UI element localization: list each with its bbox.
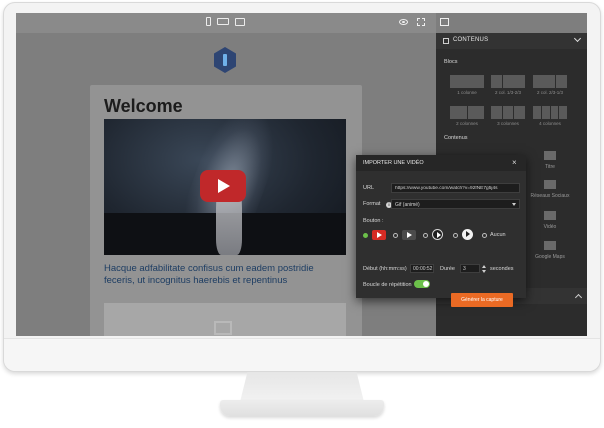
fullscreen-icon[interactable] <box>417 18 425 26</box>
import-video-modal: IMPORTER UNE VIDÉO × URL Format i Gif (a… <box>356 155 526 307</box>
layout-caption: 2 col. 2/3-1/3 <box>536 90 563 95</box>
duree-stepper-icon[interactable] <box>482 265 486 273</box>
editor-screen: Welcome Hacque adfabilitate confisus cum… <box>16 13 587 336</box>
content-item-titre[interactable]: Titre <box>530 164 570 170</box>
layout-3-colonnes[interactable] <box>491 106 526 119</box>
image-icon <box>214 321 232 335</box>
layout-caption: 1 colonne <box>457 90 477 95</box>
contenus-label: Contenus <box>444 135 468 141</box>
tablet-icon[interactable] <box>217 18 229 25</box>
layout-caption: 2 col. 1/3-2/3 <box>494 90 521 95</box>
debut-label: Début (hh:mm:ss) <box>363 266 407 272</box>
layout-caption: 3 colonnes <box>497 121 519 126</box>
youtube-dark-button-icon[interactable] <box>402 230 416 240</box>
modal-header: IMPORTER UNE VIDÉO × <box>356 155 526 171</box>
monitor-chin <box>4 338 600 371</box>
content-item-video[interactable]: Vidéo <box>530 224 570 230</box>
play-button-icon[interactable] <box>200 170 246 202</box>
editor-toolbar <box>16 13 436 33</box>
radio-aucun[interactable] <box>482 233 487 238</box>
debut-input[interactable]: 00:00:52 <box>410 264 434 273</box>
chevron-down-icon[interactable] <box>573 34 582 43</box>
layout-caption: 4 colonnes <box>539 121 561 126</box>
format-select[interactable]: Gif (animé) <box>391 199 520 209</box>
title-icon[interactable] <box>544 151 556 160</box>
email-canvas: Welcome Hacque adfabilitate confisus cum… <box>90 85 362 336</box>
brand-logo <box>214 47 236 73</box>
image-placeholder[interactable] <box>104 303 346 336</box>
layout-2-col-2-3[interactable] <box>533 75 567 88</box>
video-thumbnail[interactable] <box>104 119 346 255</box>
radio-circle-dark[interactable] <box>423 233 428 238</box>
loop-toggle[interactable] <box>414 280 430 288</box>
generate-capture-button[interactable]: Générer la capture <box>451 293 513 307</box>
panel-header-label: CONTENUS <box>453 37 489 43</box>
layout-1-colonne[interactable] <box>450 75 484 88</box>
chevron-up-icon[interactable] <box>574 293 583 302</box>
panel-header[interactable]: CONTENUS <box>436 33 587 49</box>
desktop-icon[interactable] <box>235 17 245 26</box>
radio-youtube-red[interactable] <box>363 233 368 238</box>
layout-2-col-1-3[interactable] <box>491 75 525 88</box>
circle-dark-play-icon[interactable] <box>432 229 443 240</box>
monitor-stand-neck <box>240 372 364 402</box>
radio-youtube-dark[interactable] <box>393 233 398 238</box>
mobile-icon[interactable] <box>206 17 211 26</box>
bouton-label: Bouton : <box>363 218 384 224</box>
monitor-stand-foot <box>220 400 384 416</box>
duree-input[interactable]: 3 <box>460 264 480 273</box>
caret-down-icon <box>512 203 516 206</box>
close-icon[interactable]: × <box>512 158 517 167</box>
map-pin-icon[interactable] <box>544 241 556 250</box>
content-item-google-maps[interactable]: Google Maps <box>530 254 570 260</box>
grid-icon <box>443 38 449 44</box>
url-input[interactable] <box>391 183 520 193</box>
layout-2-colonnes[interactable] <box>450 106 484 119</box>
loop-label: Boucle de répétition <box>363 282 412 288</box>
duree-label: Durée <box>440 266 455 272</box>
preview-eye-icon[interactable] <box>399 19 408 25</box>
email-body-text[interactable]: Hacque adfabilitate confisus cum eadem p… <box>104 263 340 287</box>
device-switcher <box>206 17 245 26</box>
url-label: URL <box>363 185 375 191</box>
aucun-label[interactable]: Aucun <box>490 232 506 238</box>
panel-toggle-icon[interactable] <box>440 18 449 26</box>
radio-circle-light[interactable] <box>453 233 458 238</box>
format-selected-value: Gif (animé) <box>395 202 420 208</box>
secondes-label: secondes <box>490 266 514 272</box>
video-icon[interactable] <box>544 211 556 220</box>
layout-4-colonnes[interactable] <box>533 106 567 119</box>
email-title[interactable]: Welcome <box>104 96 183 117</box>
format-label: Format <box>363 201 381 207</box>
blocs-label: Blocs <box>444 59 458 65</box>
social-networks-icon[interactable] <box>544 180 556 189</box>
circle-light-play-icon[interactable] <box>462 229 473 240</box>
content-item-reseaux[interactable]: Réseaux Sociaux <box>530 193 570 199</box>
modal-title: IMPORTER UNE VIDÉO <box>363 160 424 166</box>
youtube-red-button-icon[interactable] <box>372 230 386 240</box>
layout-caption: 2 colonnes <box>456 121 478 126</box>
